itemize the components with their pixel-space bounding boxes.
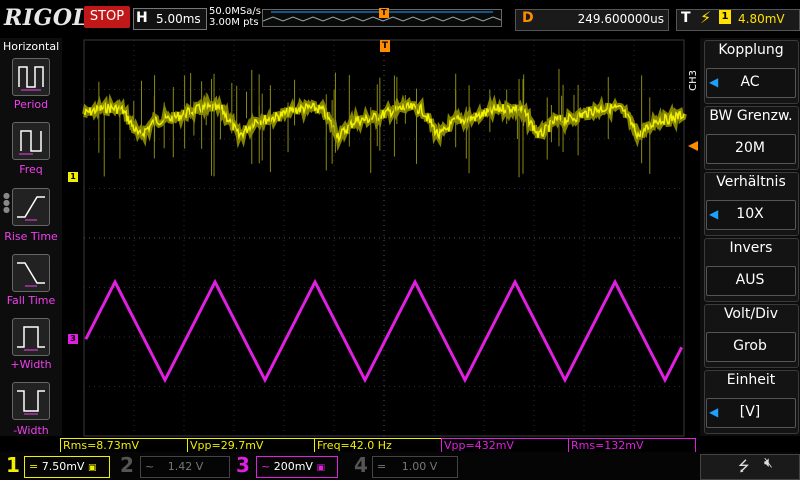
dc-coupling-icon: =	[29, 460, 39, 473]
fall-time-icon	[17, 262, 45, 287]
ch1-number[interactable]: 1	[6, 453, 20, 477]
ch1-offset-marker[interactable]: 1	[68, 172, 78, 182]
measurement-ch1-vpp[interactable]: Vpp=29.7mV	[187, 438, 315, 453]
timebase-letter: H	[136, 10, 148, 26]
volt-div-title: Volt/Div	[723, 306, 779, 322]
trigger-source-badge: 1	[719, 10, 731, 24]
sample-rate: 50.0MSa/s	[209, 6, 261, 17]
trigger-level: 4.80mV	[738, 12, 785, 26]
falling-edge-icon: ⚡	[700, 8, 712, 27]
run-stop-indicator[interactable]: STOP	[84, 6, 130, 28]
dc-coupling-icon: =	[377, 460, 387, 473]
unit-value: [V]	[739, 404, 761, 420]
freq-icon	[19, 130, 42, 155]
coupling-title: Kopplung	[718, 42, 784, 58]
measure-pos-width-label: +Width	[10, 358, 52, 371]
ch2-scale: 1.42 V	[167, 460, 204, 473]
usb-icon: ⭍	[738, 459, 750, 475]
system-icons-area	[700, 454, 800, 480]
trigger-level-marker[interactable]	[688, 141, 698, 151]
trigger-letter: T	[681, 10, 691, 26]
measurement-ch3-rms[interactable]: Rms=132mV	[568, 438, 696, 453]
ac-coupling-icon: ~	[261, 460, 271, 473]
ch1-status[interactable]: = 7.50mV ▣	[24, 456, 110, 478]
timebase-value: 5.00ms	[156, 12, 201, 26]
bandwidth-value: 20M	[735, 140, 765, 156]
ch3-number[interactable]: 3	[236, 453, 250, 477]
bandwidth-title: BW Grenzw.	[709, 108, 793, 124]
bandwidth-limit-icon: ▣	[316, 463, 325, 473]
memory-depth: 3.00M pts	[209, 17, 259, 28]
scroll-dots-icon: ● ● ●	[3, 191, 10, 214]
probe-ratio-title: Verhältnis	[716, 174, 786, 190]
overview-trigger-marker: T	[379, 8, 389, 18]
neg-width-icon	[17, 390, 45, 415]
ac-coupling-icon: ~	[145, 460, 155, 473]
rise-time-icon	[17, 196, 45, 221]
measure-period-button[interactable]	[12, 58, 50, 96]
ch2-number[interactable]: 2	[120, 453, 134, 477]
measure-freq-label: Freq	[19, 163, 43, 176]
waveform-display[interactable]	[62, 38, 700, 438]
measurement-ch1-rms[interactable]: Rms=8.73mV	[60, 438, 188, 453]
invert-title: Invers	[729, 240, 773, 256]
measure-neg-width-label: -Width	[13, 424, 49, 437]
delay-letter: D	[522, 10, 534, 26]
measure-period-label: Period	[13, 98, 49, 111]
trigger-position-marker[interactable]: T	[380, 40, 390, 52]
measure-menu-title: Horizontal	[3, 40, 60, 53]
ch4-number[interactable]: 4	[354, 453, 368, 477]
ch3-offset-marker[interactable]: 3	[68, 334, 78, 344]
ch4-status[interactable]: = 1.00 V	[372, 456, 458, 478]
measurement-ch3-vpp[interactable]: Vpp=432mV	[441, 438, 569, 453]
ch2-status[interactable]: ~ 1.42 V	[140, 456, 230, 478]
volt-div-value: Grob	[733, 338, 767, 354]
measurement-ch1-freq[interactable]: Freq=42.0 Hz	[314, 438, 442, 453]
waveform-grid	[82, 39, 687, 437]
measure-neg-width-button[interactable]	[12, 382, 50, 420]
measure-rise-time-label: Rise Time	[4, 230, 58, 243]
measure-pos-width-button[interactable]	[12, 318, 50, 356]
rigol-logo: RIGOL	[4, 5, 89, 31]
speaker-muted-icon[interactable]: 🔇︎	[764, 455, 773, 471]
measure-rise-time-button[interactable]	[12, 188, 50, 226]
period-icon	[18, 66, 44, 91]
measure-fall-time-label: Fall Time	[6, 294, 56, 307]
ch4-scale: 1.00 V	[401, 460, 438, 473]
sample-info: 50.0MSa/s 3.00M pts	[209, 6, 261, 28]
probe-ratio-value: 10X	[736, 206, 764, 222]
measure-fall-time-button[interactable]	[12, 254, 50, 292]
ch3-scale: 200mV	[273, 460, 313, 473]
coupling-value: AC	[740, 74, 760, 90]
ch1-trace-band	[82, 92, 687, 152]
invert-value: AUS	[735, 272, 765, 288]
pos-width-icon	[17, 326, 45, 351]
ch1-scale: 7.50mV	[41, 460, 85, 473]
unit-title: Einheit	[726, 372, 776, 388]
channel-menu-label: CH3	[688, 70, 699, 91]
ch3-status[interactable]: ~ 200mV ▣	[256, 456, 338, 478]
measure-freq-button[interactable]	[12, 122, 50, 160]
bandwidth-limit-icon: ▣	[87, 463, 97, 473]
delay-value: 249.600000us	[577, 12, 664, 26]
